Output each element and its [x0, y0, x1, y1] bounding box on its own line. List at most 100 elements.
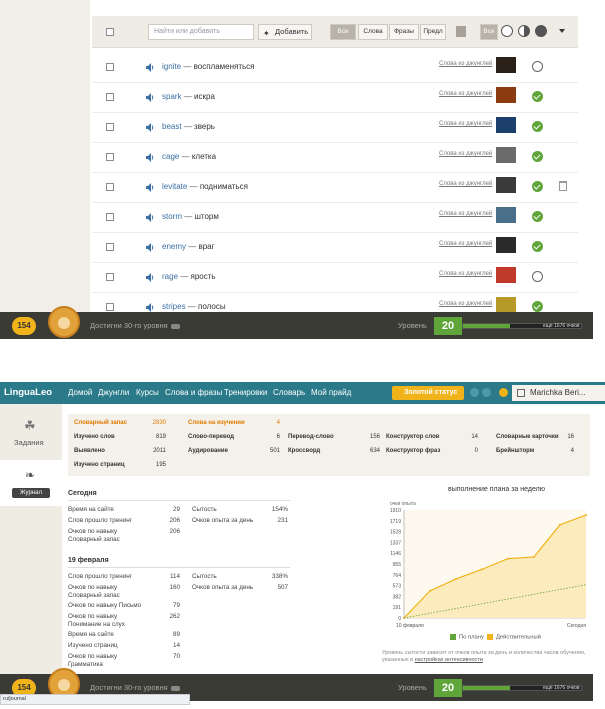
- stat-value: 4: [570, 448, 574, 454]
- word-row[interactable]: storm — шторм Слова из джунглей: [92, 203, 578, 233]
- y-tick-label: 573: [393, 584, 402, 590]
- word-checkbox[interactable]: [106, 303, 114, 311]
- status-bar-url: ru/journal: [0, 694, 190, 705]
- nav-courses[interactable]: Курсы: [136, 388, 159, 397]
- sidebar-item-journal[interactable]: ❧ Журнал: [0, 460, 62, 506]
- speaker-icon[interactable]: [146, 63, 154, 72]
- word-source-link[interactable]: Слова из джунглей: [439, 241, 492, 247]
- learned-check-icon[interactable]: [532, 241, 543, 252]
- status-filter-all[interactable]: Все: [480, 24, 498, 40]
- nav-my-pride[interactable]: Мой прайд: [311, 388, 351, 397]
- speaker-icon[interactable]: [146, 93, 154, 102]
- chevron-down-icon[interactable]: [559, 29, 565, 33]
- learned-check-icon[interactable]: [532, 121, 543, 132]
- learned-check-icon[interactable]: [532, 91, 543, 102]
- speaker-icon[interactable]: [146, 303, 154, 312]
- speaker-icon[interactable]: [146, 153, 154, 162]
- word-checkbox[interactable]: [106, 183, 114, 191]
- filter-words[interactable]: Слова: [358, 24, 388, 40]
- sidebar-item-tasks[interactable]: Задания: [14, 438, 44, 447]
- word-entry[interactable]: stripes — полосы: [162, 302, 226, 311]
- leo-avatar[interactable]: [48, 306, 80, 338]
- filter-all[interactable]: Все: [330, 24, 356, 40]
- nav-jungle[interactable]: Джунгли: [98, 388, 129, 397]
- learned-check-icon[interactable]: [532, 151, 543, 162]
- stat-label: Аудирование: [188, 448, 228, 454]
- filter-phrases[interactable]: Фразы: [389, 24, 419, 40]
- word-row[interactable]: enemy — враг Слова из джунглей: [92, 233, 578, 263]
- word-row[interactable]: cage — клетка Слова из джунглей: [92, 143, 578, 173]
- learned-check-icon[interactable]: [532, 181, 543, 192]
- nav-words-phrases[interactable]: Слова и фразы: [165, 388, 222, 397]
- word-source-link[interactable]: Слова из джунглей: [439, 271, 492, 277]
- user-menu[interactable]: Marichka Beri...: [512, 385, 605, 401]
- stat-label: Брейншторм: [496, 448, 535, 454]
- trash-icon[interactable]: [559, 181, 567, 191]
- logo[interactable]: LinguaLeo: [4, 387, 52, 398]
- word-checkbox[interactable]: [106, 153, 114, 161]
- word-checkbox[interactable]: [106, 123, 114, 131]
- speaker-icon[interactable]: [146, 213, 154, 222]
- intensity-settings-link[interactable]: настройках интенсивности: [415, 657, 483, 663]
- grid-view-icon[interactable]: [456, 26, 466, 37]
- speaker-icon[interactable]: [146, 243, 154, 252]
- word-checkbox[interactable]: [106, 243, 114, 251]
- word-source-link[interactable]: Слова из джунглей: [439, 121, 492, 127]
- word-entry[interactable]: levitate — подниматься: [162, 182, 248, 191]
- nav-dictionary[interactable]: Словарь: [273, 388, 305, 397]
- word-source-link[interactable]: Слова из джунглей: [439, 211, 492, 217]
- word-checkbox[interactable]: [106, 63, 114, 71]
- not-learned-circle-icon[interactable]: [532, 271, 543, 282]
- coins-badge[interactable]: 154: [12, 317, 36, 335]
- word-checkbox[interactable]: [106, 273, 114, 281]
- paw-icon[interactable]: ☘: [24, 418, 36, 434]
- status-new-icon[interactable]: [501, 25, 513, 37]
- word-entry[interactable]: storm — шторм: [162, 212, 219, 221]
- word-entry[interactable]: rage — ярость: [162, 272, 216, 281]
- word-source-link[interactable]: Слова из джунглей: [439, 301, 492, 307]
- word-row[interactable]: levitate — подниматься Слова из джунглей: [92, 173, 578, 203]
- add-icon: ✦: [263, 29, 270, 38]
- legend-plan: По плану: [450, 634, 484, 641]
- word-checkbox[interactable]: [106, 93, 114, 101]
- stat-label: Выявлено: [74, 448, 105, 454]
- word-picture: [496, 267, 516, 283]
- word-row[interactable]: ignite — воспламеняться Слова из джунглей: [92, 53, 578, 83]
- leo-icon[interactable]: [499, 388, 508, 397]
- word-source-link[interactable]: Слова из джунглей: [439, 91, 492, 97]
- search-input[interactable]: Найти или добавить: [148, 24, 254, 40]
- filter-sentences[interactable]: Предл: [420, 24, 446, 40]
- word-row[interactable]: beast — зверь Слова из джунглей: [92, 113, 578, 143]
- word-source-link[interactable]: Слова из джунглей: [439, 151, 492, 157]
- word-picture: [496, 177, 516, 193]
- status-learning-icon[interactable]: [518, 25, 530, 37]
- word-entry[interactable]: cage — клетка: [162, 152, 216, 161]
- word-picture: [496, 87, 516, 103]
- word-row[interactable]: spark — искра Слова из джунглей: [92, 83, 578, 113]
- message-icon[interactable]: [482, 388, 491, 397]
- speaker-icon[interactable]: [146, 123, 154, 132]
- word-row[interactable]: rage — ярость Слова из джунглей: [92, 263, 578, 293]
- nav-trainings[interactable]: Тренировки: [224, 388, 267, 397]
- learned-check-icon[interactable]: [532, 211, 543, 222]
- word-source-link[interactable]: Слова из джунглей: [439, 61, 492, 67]
- gold-status-button[interactable]: Золотой статус: [392, 386, 464, 400]
- word-entry[interactable]: spark — искра: [162, 92, 215, 101]
- speaker-icon[interactable]: [146, 273, 154, 282]
- goal-text-bottom: Достигни 30-го уровня: [90, 683, 180, 692]
- word-source-link[interactable]: Слова из джунглей: [439, 181, 492, 187]
- word-entry[interactable]: ignite — воспламеняться: [162, 62, 255, 71]
- select-all-checkbox[interactable]: [106, 28, 114, 36]
- word-entry[interactable]: enemy — враг: [162, 242, 215, 251]
- notification-icon[interactable]: [470, 388, 479, 397]
- word-entry[interactable]: beast — зверь: [162, 122, 215, 131]
- add-button[interactable]: ✦ Добавить: [258, 24, 312, 40]
- learned-check-icon[interactable]: [532, 301, 543, 312]
- stat-value: 2011: [153, 448, 166, 454]
- not-learned-circle-icon[interactable]: [532, 61, 543, 72]
- word-checkbox[interactable]: [106, 213, 114, 221]
- speaker-icon[interactable]: [146, 183, 154, 192]
- status-learned-icon[interactable]: [535, 25, 547, 37]
- nav-home[interactable]: Домой: [68, 388, 92, 397]
- level-progress-fill: [463, 686, 511, 690]
